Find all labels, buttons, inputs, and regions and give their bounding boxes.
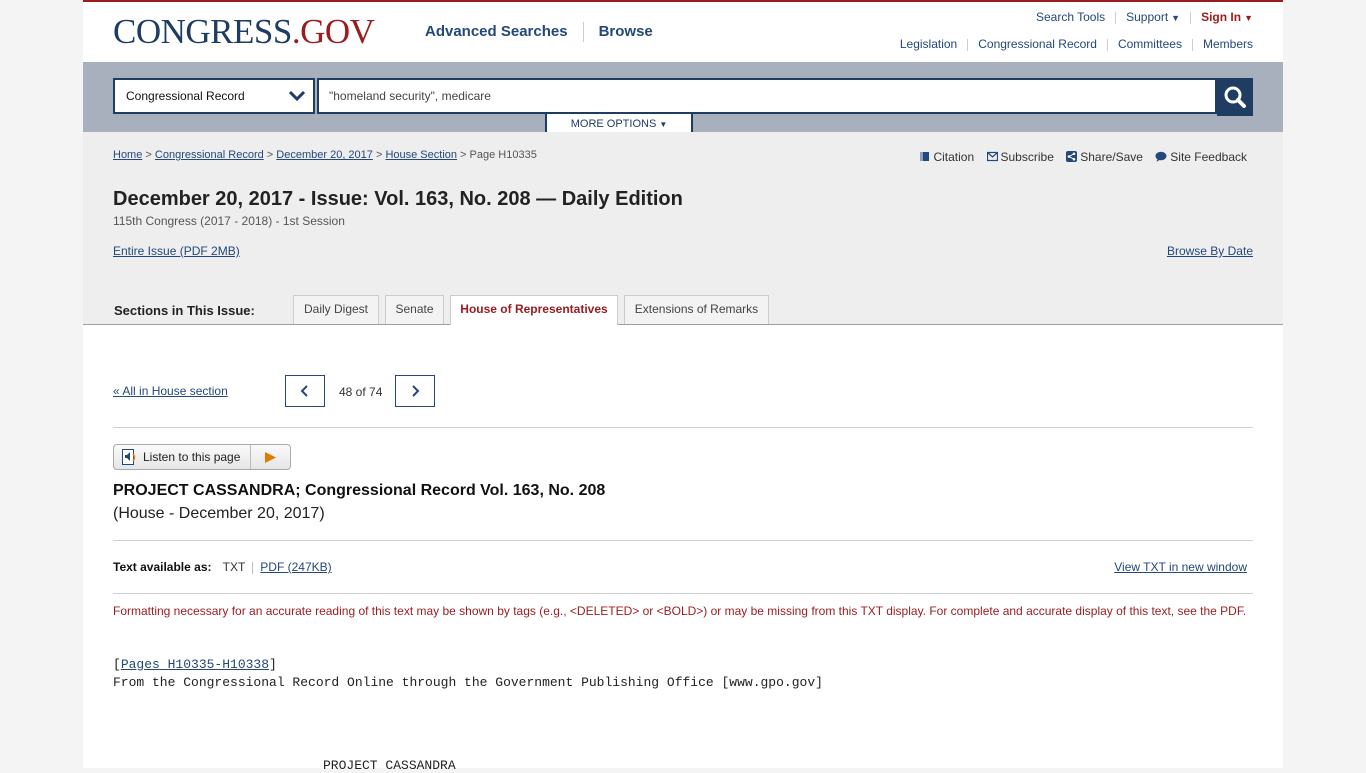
nav-divider [582, 22, 584, 42]
divider [113, 593, 1253, 594]
main-nav: Advanced Searches Browse [425, 22, 653, 42]
speaker-icon [122, 449, 136, 465]
previous-page-button[interactable] [285, 375, 325, 407]
search-button[interactable] [1217, 78, 1253, 116]
site-feedback-button[interactable]: Site Feedback [1155, 150, 1247, 164]
caret-down-icon: ▼ [1244, 13, 1253, 23]
share-save-button[interactable]: Share/Save [1066, 150, 1143, 164]
chevron-right-icon [412, 385, 420, 397]
text-formats: Text available as: TXT PDF (247KB) [113, 560, 332, 574]
congress-session: 115th Congress (2017 - 2018) - 1st Sessi… [113, 214, 345, 228]
tab-extensions-of-remarks[interactable]: Extensions of Remarks [624, 295, 769, 324]
search-input[interactable]: "homeland security", medicare [317, 78, 1217, 114]
search-tools-link[interactable]: Search Tools [1036, 10, 1105, 24]
browse-by-date-link[interactable]: Browse By Date [1167, 244, 1253, 258]
caret-down-icon: ▼ [1171, 13, 1181, 23]
congress-gov-logo[interactable]: CONGRESS.GOV [113, 14, 375, 50]
legislation-link[interactable]: Legislation [900, 37, 957, 51]
search-bar: Congressional Record "homeland security"… [83, 62, 1283, 137]
entire-issue-pdf-link[interactable]: Entire Issue (PDF 2MB) [113, 244, 240, 258]
tab-senate[interactable]: Senate [385, 295, 444, 324]
top-accent-line [83, 0, 1283, 2]
breadcrumb-record[interactable]: Congressional Record [155, 149, 264, 161]
record-heading: PROJECT CASSANDRA [323, 758, 456, 773]
support-menu[interactable]: Support ▼ [1126, 10, 1180, 24]
advanced-searches-link[interactable]: Advanced Searches [425, 23, 568, 40]
divider [113, 540, 1253, 541]
utility-nav: Search Tools Support ▼ Sign In ▼ [1036, 10, 1253, 24]
next-page-button[interactable] [395, 375, 435, 407]
document-subtitle: (House - December 20, 2017) [113, 505, 325, 522]
document-title: PROJECT CASSANDRA; Congressional Record … [113, 482, 606, 499]
tab-daily-digest[interactable]: Daily Digest [293, 295, 379, 324]
breadcrumb-date[interactable]: December 20, 2017 [276, 149, 373, 161]
issue-header: Home > Congressional Record > December 2… [83, 132, 1283, 325]
citation-button[interactable]: Citation [919, 150, 974, 164]
divider [113, 427, 1253, 428]
browse-link[interactable]: Browse [599, 23, 653, 40]
page: CONGRESS.GOV Advanced Searches Browse Sea… [83, 0, 1283, 773]
committees-link[interactable]: Committees [1118, 37, 1182, 51]
chevron-down-icon: ▼ [659, 120, 668, 129]
all-in-house-section-link[interactable]: « All in House section [113, 384, 228, 398]
tab-house-of-representatives[interactable]: House of Representatives [450, 295, 618, 325]
source-line: From the Congressional Record Online thr… [113, 675, 823, 690]
page-counter: 48 of 74 [339, 385, 383, 399]
envelope-icon [986, 151, 998, 162]
formatting-warning: Formatting necessary for an accurate rea… [113, 604, 1247, 618]
search-icon [1224, 86, 1246, 108]
txt-format-label: TXT [222, 560, 246, 574]
citation-icon [920, 152, 930, 161]
chevron-down-icon [289, 90, 305, 102]
pages-reference: [Pages H10335-H10338] [113, 657, 277, 672]
subscribe-button[interactable]: Subscribe [986, 150, 1054, 164]
congressional-record-link[interactable]: Congressional Record [978, 37, 1097, 51]
view-txt-new-window-link[interactable]: View TXT in new window [1114, 560, 1247, 574]
sign-in-menu[interactable]: Sign In ▼ [1201, 10, 1253, 24]
listen-to-page-button[interactable]: Listen to this page [113, 444, 291, 470]
play-icon [265, 452, 276, 463]
search-scope-select[interactable]: Congressional Record [113, 78, 315, 114]
breadcrumb-current: Page H10335 [469, 149, 537, 161]
breadcrumb-section[interactable]: House Section [385, 149, 457, 161]
share-icon [1066, 151, 1078, 162]
breadcrumb-home[interactable]: Home [113, 149, 142, 161]
sections-label: Sections in This Issue: [114, 303, 255, 318]
pdf-link[interactable]: PDF (247KB) [260, 560, 331, 574]
issue-title: December 20, 2017 - Issue: Vol. 163, No.… [113, 188, 683, 210]
chevron-left-icon [300, 385, 308, 397]
section-nav: Legislation Congressional Record Committee… [900, 37, 1253, 51]
members-link[interactable]: Members [1203, 37, 1253, 51]
double-chevron-left-icon: « [113, 384, 120, 398]
breadcrumb: Home > Congressional Record > December 2… [113, 149, 537, 161]
pages-link[interactable]: Pages H10335-H10338 [121, 657, 269, 672]
page-tools: Citation Subscribe Share/Save Site Feedb… [910, 150, 1247, 164]
speech-bubble-icon [1155, 151, 1167, 162]
